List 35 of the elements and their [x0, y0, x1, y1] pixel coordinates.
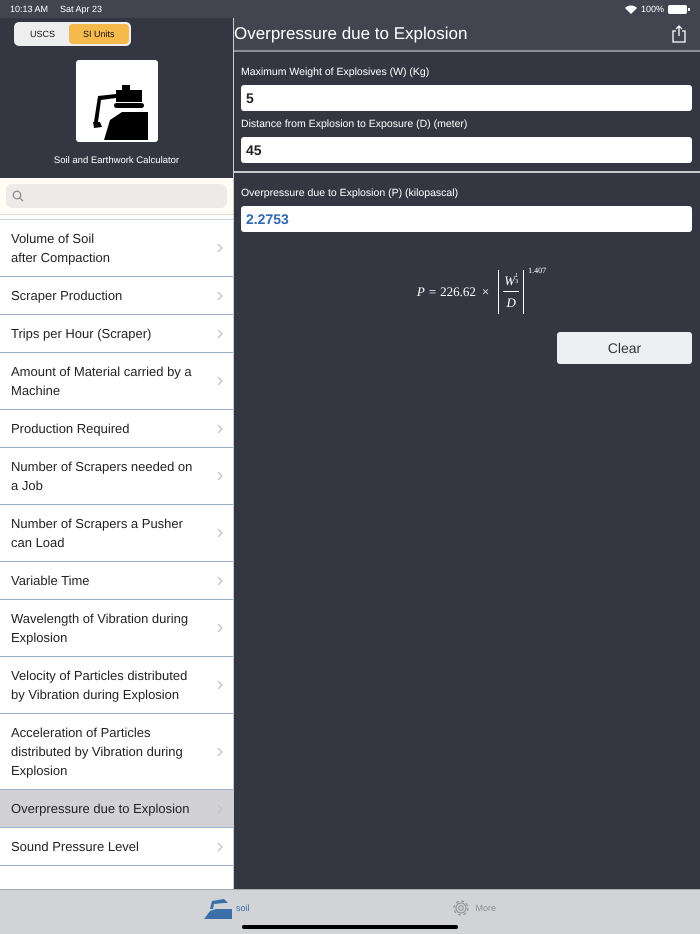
chevron-right-icon — [217, 746, 223, 756]
chevron-right-icon — [217, 680, 223, 690]
battery-icon — [668, 4, 690, 14]
chevron-right-icon — [217, 290, 223, 300]
field-label: Maximum Weight of Explosives (W) (Kg) — [241, 66, 430, 78]
clear-button[interactable]: Clear — [557, 332, 692, 364]
sidebar-item[interactable]: Overpressure due to Explosion — [0, 790, 233, 828]
tab-item[interactable]: soil — [204, 896, 250, 920]
input-field[interactable]: 45 — [241, 137, 692, 163]
chevron-right-icon — [217, 376, 223, 386]
search-icon — [12, 190, 24, 202]
chevron-right-icon — [217, 623, 223, 633]
app-name: Soil and Earthwork Calculator — [54, 155, 180, 166]
status-date: Sat Apr 23 — [60, 4, 102, 14]
chevron-right-icon — [217, 424, 223, 434]
chevron-right-icon — [217, 328, 223, 338]
unit-option[interactable]: USCS — [16, 24, 70, 44]
chevron-right-icon — [217, 528, 223, 538]
share-icon[interactable] — [672, 25, 686, 43]
chevron-right-icon — [217, 576, 223, 586]
excavator-icon — [204, 897, 232, 919]
wifi-icon — [624, 4, 637, 14]
page-title: Overpressure due to Explosion — [234, 24, 468, 44]
field-label: Distance from Explosion to Exposure (D) (meter) — [241, 118, 468, 130]
field-label: Overpressure due to Explosion (P) (kilopascal) — [241, 187, 460, 199]
battery-percent: 100% — [640, 4, 664, 14]
excavator-logo-icon — [76, 60, 158, 142]
unit-option[interactable]: SI Units — [69, 24, 129, 44]
result-field[interactable]: 2.2753 — [241, 206, 692, 232]
chevron-right-icon — [217, 842, 223, 852]
status-time: 10:13 AM — [10, 4, 48, 14]
input-field[interactable]: 5 — [241, 85, 692, 111]
chevron-right-icon — [217, 471, 223, 481]
search-field[interactable] — [6, 184, 227, 208]
chevron-right-icon — [217, 243, 223, 253]
